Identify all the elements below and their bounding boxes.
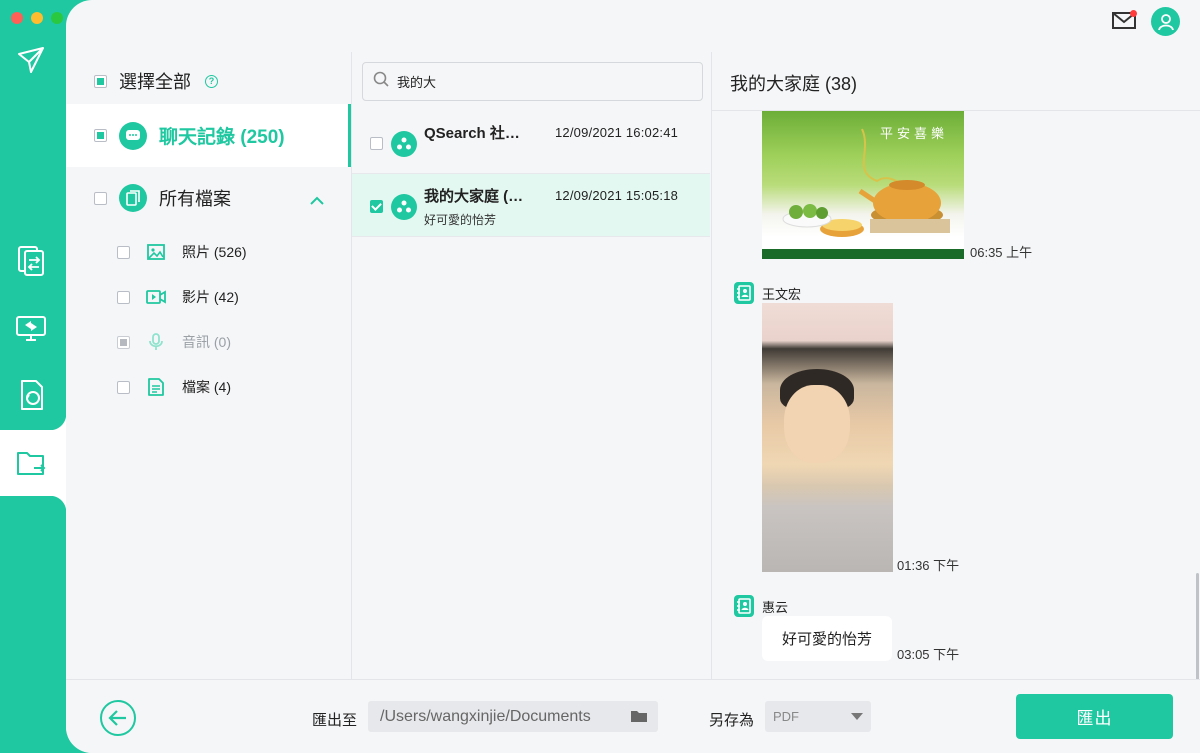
message-bubble: 好可愛的怡芳 — [762, 616, 892, 661]
category-panel: 選擇全部 ? 聊天記錄 (250) 所有檔案 照片 (526) 影片 (42) … — [66, 46, 352, 679]
conversation-preview: 好可愛的怡芳 — [424, 213, 497, 227]
all-files-checkbox[interactable] — [94, 191, 107, 205]
left-rail — [0, 0, 66, 753]
main-window: 選擇全部 ? 聊天記錄 (250) 所有檔案 照片 (526) 影片 (42) … — [66, 0, 1200, 753]
conversation-list-panel: QSearch 社… 12/09/2021 16:02:41 我的大家庭 (… … — [352, 46, 710, 679]
conversation-name: QSearch 社… — [424, 125, 520, 142]
minimize-window-button[interactable] — [31, 12, 43, 24]
group-chat-icon — [391, 194, 417, 220]
zoom-window-button[interactable] — [51, 12, 63, 24]
conversation-date: 12/09/2021 15:05:18 — [555, 188, 679, 203]
message-image[interactable]: 平安喜樂 — [762, 111, 964, 259]
select-all-label: 選擇全部 — [119, 72, 191, 92]
files-stack-icon — [119, 184, 147, 212]
restore-icon[interactable] — [13, 377, 49, 413]
folder-export-icon[interactable] — [13, 445, 49, 481]
category-chats[interactable]: 聊天記錄 (250) — [66, 104, 350, 167]
active-indicator — [348, 104, 351, 167]
videos-label: 影片 (42) — [182, 289, 239, 305]
chat-bubble-icon — [119, 121, 147, 150]
footer-bar: 匯出至 /Users/wangxinjie/Documents 另存為 PDF … — [66, 679, 1200, 753]
conversation-title: 我的大家庭 (38) — [730, 74, 858, 94]
image-icon — [146, 242, 166, 262]
sender-name: 王文宏 — [762, 286, 802, 302]
conversation-item[interactable]: QSearch 社… 12/09/2021 16:02:41 — [352, 111, 710, 174]
contact-icon — [734, 595, 754, 617]
chats-checkbox[interactable] — [94, 129, 107, 142]
category-all-files[interactable]: 所有檔案 — [94, 184, 334, 212]
file-type-documents[interactable]: 檔案 (4) — [117, 377, 231, 397]
file-type-photos[interactable]: 照片 (526) — [117, 242, 247, 262]
message-time: 01:36 下午 — [897, 558, 960, 573]
sender-name: 惠云 — [762, 599, 789, 615]
search-input[interactable] — [397, 74, 677, 89]
message-image[interactable] — [762, 303, 893, 572]
format-value: PDF — [773, 709, 799, 724]
message-sender: 惠云 — [734, 595, 788, 617]
notification-dot — [1130, 10, 1137, 17]
user-avatar-icon[interactable] — [1151, 7, 1180, 36]
conversation-item-selected[interactable]: 我的大家庭 (… 好可愛的怡芳 12/09/2021 15:05:18 — [352, 174, 710, 237]
caret-down-icon — [851, 713, 863, 720]
chevron-up-icon[interactable] — [310, 192, 324, 210]
message-time: 06:35 上午 — [970, 245, 1033, 260]
message-sender: 王文宏 — [734, 282, 801, 304]
audio-label: 音訊 (0) — [182, 334, 231, 350]
arrow-left-icon — [108, 710, 126, 726]
back-button[interactable] — [100, 700, 136, 736]
window-controls — [11, 12, 63, 24]
documents-label: 檔案 (4) — [182, 379, 231, 395]
image-bottom-strip — [762, 249, 964, 259]
select-all-row[interactable]: 選擇全部 ? — [94, 68, 218, 94]
video-icon — [146, 287, 166, 307]
transfer-icon[interactable] — [13, 243, 49, 279]
close-window-button[interactable] — [11, 12, 23, 24]
conversation-checkbox[interactable] — [370, 200, 383, 213]
photos-checkbox[interactable] — [117, 245, 130, 259]
message-time: 03:05 下午 — [897, 647, 960, 662]
save-as-label: 另存為 — [709, 712, 755, 729]
export-path-value: /Users/wangxinjie/Documents — [380, 707, 591, 725]
photo-detail — [784, 385, 850, 463]
file-type-videos[interactable]: 影片 (42) — [117, 287, 239, 307]
conversation-detail-panel: 我的大家庭 (38) 平安喜樂 06:35 上午 王文宏 01:36 下午 惠云… — [712, 46, 1200, 679]
select-all-checkbox[interactable] — [94, 74, 107, 88]
documents-checkbox[interactable] — [117, 380, 130, 394]
photos-label: 照片 (526) — [182, 244, 247, 260]
scrollbar-thumb[interactable] — [1196, 573, 1199, 679]
export-path-field[interactable]: /Users/wangxinjie/Documents — [368, 701, 658, 732]
help-icon[interactable]: ? — [205, 74, 218, 88]
chats-label: 聊天記錄 (250) — [159, 127, 285, 148]
conversation-checkbox[interactable] — [370, 137, 383, 150]
file-type-audio[interactable]: 音訊 (0) — [117, 332, 231, 352]
top-bar — [66, 0, 1200, 46]
contact-icon — [734, 282, 754, 304]
folder-icon[interactable] — [630, 709, 648, 728]
audio-checkbox[interactable] — [117, 335, 130, 349]
export-to-label: 匯出至 — [312, 712, 358, 729]
microphone-icon — [146, 332, 166, 352]
group-chat-icon — [391, 131, 417, 157]
all-files-label: 所有檔案 — [159, 189, 231, 209]
videos-checkbox[interactable] — [117, 290, 130, 304]
search-box[interactable] — [362, 62, 703, 101]
conversation-date: 12/09/2021 16:02:41 — [555, 125, 679, 140]
conversation-name: 我的大家庭 (… — [424, 188, 524, 205]
search-icon — [373, 71, 389, 92]
screen-transfer-icon[interactable] — [13, 310, 49, 346]
logo-icon — [17, 46, 45, 74]
export-button[interactable]: 匯出 — [1016, 694, 1173, 739]
document-icon — [146, 377, 166, 397]
format-select[interactable]: PDF — [765, 701, 871, 732]
